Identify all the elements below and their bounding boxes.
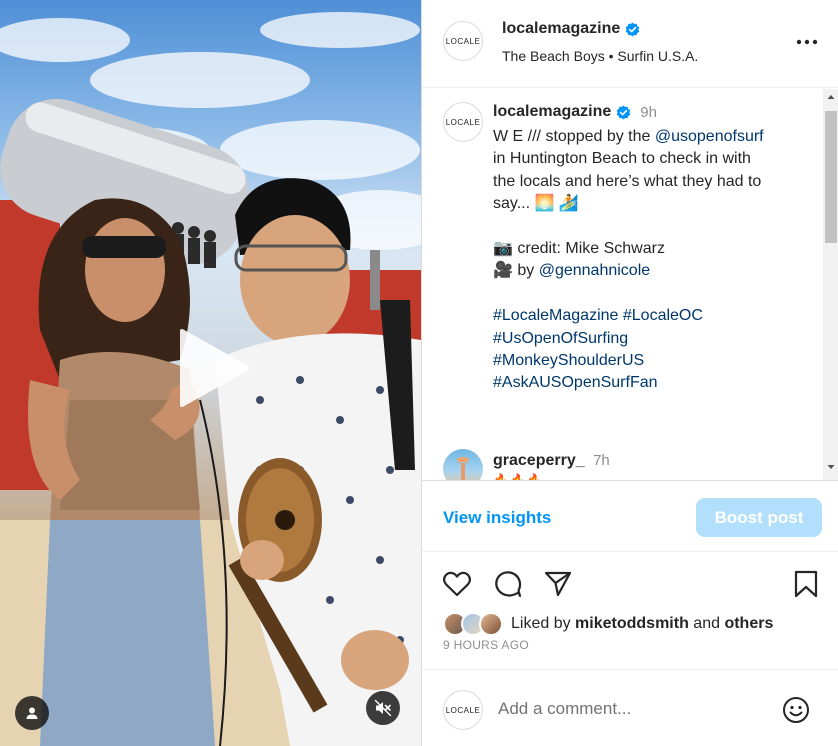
caption-line: say... 🌅 🏄 [493,195,579,213]
comment-text: 🔥🔥🔥 [493,473,544,480]
caption-text: W E /// stopped by the @usopenofsurf in … [493,126,813,395]
view-insights-link[interactable]: View insights [443,508,551,528]
liked-by: Liked by miketoddsmith and others [443,612,773,636]
insights-bar: View insights Boost post [422,480,838,552]
caption-credit-line: 📷 credit: Mike Schwarz [493,240,665,258]
liker-avatar[interactable] [479,612,503,636]
smiley-icon [783,697,809,723]
scrollbar-thumb[interactable] [825,111,837,243]
mention-link[interactable]: @usopenofsurf [655,128,764,145]
add-comment-bar: LOCALE [422,669,838,746]
caption-text-segment: W E /// stopped by the [493,128,655,145]
comments-section[interactable]: LOCALE localemagazine 9h W E /// stopped… [422,89,838,480]
caption-timestamp[interactable]: 9h [640,104,657,121]
post-timestamp[interactable]: 9 HOURS AGO [443,638,529,652]
send-icon [544,571,572,597]
post-details-panel: LOCALE localemagazine The Beach Boys • S… [421,0,838,746]
liker-avatars[interactable] [443,612,505,636]
play-button[interactable] [176,327,252,409]
caption-line: 🎥 by @gennahnicole [493,260,813,282]
caption-line: W E /// stopped by the @usopenofsurf [493,126,813,148]
share-button[interactable] [543,569,573,599]
liker-username[interactable]: miketoddsmith [575,615,689,633]
comment-input[interactable] [498,697,768,721]
liked-by-prefix: Liked by [511,615,576,632]
bookmark-icon [794,570,818,598]
audio-track-link[interactable]: The Beach Boys • Surfin U.S.A. [502,48,698,64]
mention-link[interactable]: @gennahnicole [539,262,650,279]
hashtag-link[interactable]: #MonkeyShoulderUS [493,350,813,372]
caption-author-avatar[interactable]: LOCALE [443,102,483,142]
author-username-text[interactable]: localemagazine [502,20,620,38]
video-player[interactable] [0,0,421,746]
commenter-avatar-image [457,457,469,480]
like-button[interactable] [442,569,472,599]
more-options-button[interactable] [794,30,820,54]
comments-scrollbar[interactable] [823,89,838,480]
caption-line: in Huntington Beach to check in with [493,150,751,168]
hashtag-link[interactable]: #LocaleMagazine #LocaleOC [493,305,813,327]
speaker-muted-icon [374,699,392,717]
commenter-username[interactable]: graceperry_ [493,452,585,469]
liked-by-and: and [688,615,725,632]
caption-username[interactable]: localemagazine [493,103,611,121]
post-header: LOCALE localemagazine The Beach Boys • S… [422,0,838,88]
mute-button[interactable] [366,691,400,725]
comment-button[interactable] [493,569,523,599]
current-user-avatar: LOCALE [443,690,483,730]
likes-others-link[interactable]: others [724,615,773,633]
verified-badge-icon [625,22,640,37]
caption-author: localemagazine 9h [493,103,657,121]
post-actions [422,552,838,612]
comment-icon [495,571,522,598]
hashtag-link[interactable]: #UsOpenOfSurfing [493,328,813,350]
comment-timestamp[interactable]: 7h [593,452,610,469]
tagged-people-button[interactable] [15,696,49,730]
verified-badge-icon [616,105,631,120]
author-username[interactable]: localemagazine [502,20,640,38]
boost-post-button[interactable]: Boost post [696,498,822,537]
emoji-button[interactable] [781,695,811,725]
caption-line: the locals and here’s what they had to [493,172,762,190]
commenter-info: graceperry_ 7h [493,452,610,470]
caption-text-segment: 🎥 by [493,262,539,280]
save-button[interactable] [791,569,821,599]
author-avatar[interactable]: LOCALE [443,21,483,61]
scroll-up-arrow-icon[interactable] [827,93,835,101]
scroll-down-arrow-icon[interactable] [827,463,835,471]
person-icon [26,707,38,719]
play-icon [180,329,250,407]
heart-icon [443,571,471,597]
hashtag-link[interactable]: #AskAUSOpenSurfFan [493,372,813,394]
more-horizontal-icon [796,39,818,45]
commenter-avatar[interactable] [443,449,483,480]
